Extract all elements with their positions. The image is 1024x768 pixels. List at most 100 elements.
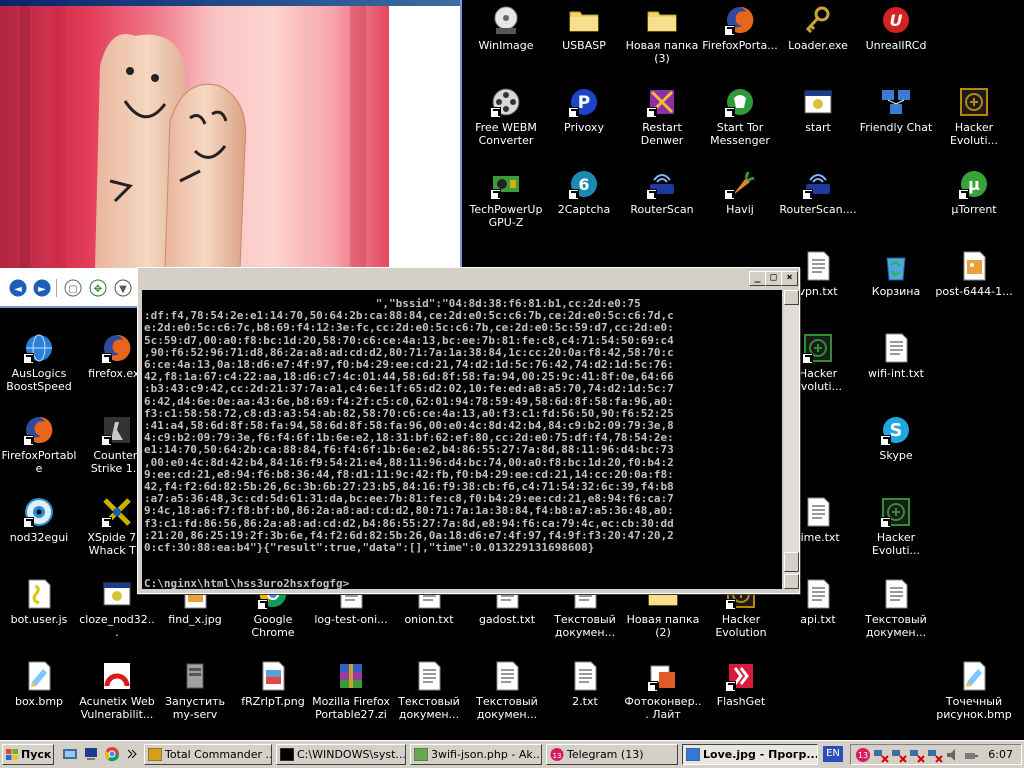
console-window[interactable]: _ □ × ","bssid":"04:8d:38:f6:81:b1,cc:2d… bbox=[137, 267, 800, 594]
desktop-icon-text-doc-4[interactable]: Текстовый докумен... bbox=[468, 660, 546, 721]
taskbar-button-label: C:\WINDOWS\syst... bbox=[297, 748, 406, 761]
desktop-icon-hacker-evolution-3[interactable]: Hacker Evoluti... bbox=[857, 496, 935, 557]
desktop-icon-firefox-portable-2[interactable]: FirefoxPortable bbox=[0, 414, 78, 475]
shortcut-arrow-icon bbox=[725, 681, 736, 692]
next-image-icon[interactable]: ► bbox=[33, 279, 51, 297]
desktop-icon-utorrent[interactable]: µ µTorrent bbox=[935, 168, 1013, 216]
language-indicator[interactable]: EN bbox=[823, 746, 843, 762]
safely-remove-hardware-icon[interactable] bbox=[963, 747, 979, 763]
shortcut-arrow-icon bbox=[646, 189, 657, 200]
desktop-icon-label: RouterScan bbox=[630, 203, 694, 216]
console-scrollbar[interactable] bbox=[784, 290, 799, 589]
network-disconnected-icon[interactable] bbox=[909, 747, 925, 763]
network-disconnected-icon[interactable] bbox=[927, 747, 943, 763]
desktop-icon-firefox-portable-1[interactable]: FirefoxPorta... bbox=[701, 4, 779, 52]
desktop-icon-start-tor[interactable]: Start Tor Messenger bbox=[701, 86, 779, 147]
desktop-icon-text-doc-2[interactable]: Текстовый докумен... bbox=[857, 578, 935, 639]
desktop-icon-privoxy[interactable]: P Privoxy bbox=[545, 86, 623, 134]
desktop-icon-winimage[interactable]: WinImage bbox=[467, 4, 545, 52]
taskbar-button[interactable]: 13 Telegram (13) bbox=[546, 744, 678, 765]
taskbar-button[interactable]: Total Commander ... bbox=[144, 744, 272, 765]
console-output[interactable]: ","bssid":"04:8d:38:f6:81:b1,cc:2d:e0:75… bbox=[142, 290, 782, 589]
desktop-icon-wifi-int[interactable]: wifi-int.txt bbox=[857, 332, 935, 380]
desktop-icon-restart-denwer[interactable]: Restart Denwer bbox=[623, 86, 701, 147]
desktop-icon-frzrlpt[interactable]: fRZrlpT.png bbox=[234, 660, 312, 708]
maximize-button[interactable]: □ bbox=[765, 271, 782, 286]
prev-image-icon[interactable]: ◄ bbox=[9, 279, 27, 297]
svg-text:13: 13 bbox=[553, 752, 562, 760]
show-desktop-icon[interactable] bbox=[62, 746, 78, 762]
desktop-icon-hacker-evolution-1[interactable]: Hacker Evoluti... bbox=[935, 86, 1013, 147]
network-disconnected-icon[interactable] bbox=[891, 747, 907, 763]
desktop-icon-recycle-bin[interactable]: Корзина bbox=[857, 250, 935, 298]
desktop-icon-unrealircd[interactable]: U UnrealIRCd bbox=[857, 4, 935, 52]
svg-text:µ: µ bbox=[968, 175, 980, 194]
desktop-icon-label: Новая папка (3) bbox=[625, 39, 699, 65]
desktop-icon-photo-converter[interactable]: Фотоконвер... Лайт bbox=[624, 660, 702, 721]
scroll-up-button[interactable] bbox=[784, 290, 799, 305]
desktop-icon-box-bmp[interactable]: box.bmp bbox=[0, 660, 78, 708]
desktop-icon-mozilla-zip[interactable]: Mozilla Firefox Portable27.zip bbox=[312, 660, 390, 721]
fit-window-icon[interactable]: ▢ bbox=[64, 279, 82, 297]
my-computer-icon[interactable] bbox=[83, 746, 99, 762]
desktop-icon-start[interactable]: start bbox=[779, 86, 857, 134]
image-viewer-window[interactable]: ◄►▢✥▼+−▲▲✕▤▣✎? bbox=[0, 0, 462, 308]
desktop[interactable]: WinImage USBASP Новая папка (3) FirefoxPort… bbox=[0, 0, 1024, 740]
taskbar-button[interactable]: Love.jpg - Прогр... bbox=[682, 744, 818, 765]
volume-icon[interactable] bbox=[945, 747, 961, 763]
desktop-icon-skype[interactable]: S Skype bbox=[857, 414, 935, 462]
desktop-icon-auslogics[interactable]: AusLogics BoostSpeed bbox=[0, 332, 78, 393]
desktop-icon-label: bot.user.js bbox=[10, 613, 68, 626]
desktop-icon-label: TechPowerUp GPU-Z bbox=[469, 203, 543, 229]
desktop-icon-loader[interactable]: Loader.exe bbox=[779, 4, 857, 52]
taskbar-button[interactable]: 3wifi-json.php - Ak... bbox=[410, 744, 542, 765]
desktop-icon-nod32egui[interactable]: nod32egui bbox=[0, 496, 78, 544]
text-file-icon bbox=[880, 578, 912, 610]
desktop-icon-flashget[interactable]: FlashGet bbox=[702, 660, 780, 708]
text-file-icon bbox=[802, 578, 834, 610]
desktop-icon-techpowerup[interactable]: TechPowerUp GPU-Z bbox=[467, 168, 545, 229]
start-button[interactable]: Пуск bbox=[2, 744, 54, 765]
desktop-icon-label: Текстовый докумен... bbox=[554, 613, 616, 639]
counter-strike-icon bbox=[101, 414, 133, 446]
chrome-icon[interactable] bbox=[104, 746, 120, 762]
quick-launch-expand-icon[interactable] bbox=[124, 746, 140, 762]
move-icon[interactable]: ✥ bbox=[89, 279, 107, 297]
console-title-bar[interactable]: _ □ × bbox=[138, 268, 799, 288]
desktop-icon-routerscan[interactable]: RouterScan bbox=[623, 168, 701, 216]
desktop-icon-label: UnrealIRCd bbox=[865, 39, 927, 52]
text-file-icon bbox=[802, 250, 834, 282]
desktop-icon-acunetix[interactable]: Acunetix Web Vulnerabilit... bbox=[78, 660, 156, 721]
desktop-icon-2-txt[interactable]: 2.txt bbox=[546, 660, 624, 708]
console-text: ","bssid":"04:8d:38:f6:81:b1,cc:2d:e0:75… bbox=[144, 297, 782, 554]
desktop-icon-free-webm[interactable]: Free WEBM Converter bbox=[467, 86, 545, 147]
text-file-icon bbox=[880, 332, 912, 364]
desktop-icon-2captcha[interactable]: 6 2Captcha bbox=[545, 168, 623, 216]
close-button[interactable]: × bbox=[781, 271, 798, 286]
desktop-icon-point-drawing[interactable]: Точечный рисунок.bmp bbox=[935, 660, 1013, 721]
scroll-thumb[interactable] bbox=[784, 552, 799, 572]
scroll-down-button[interactable] bbox=[784, 574, 799, 589]
network-disconnected-icon[interactable] bbox=[873, 747, 889, 763]
bookmark-icon[interactable]: ▼ bbox=[114, 279, 132, 297]
taskbar-button[interactable]: C:\WINDOWS\syst... bbox=[276, 744, 406, 765]
desktop-icon-run-my-serv[interactable]: Запустить my-serv bbox=[156, 660, 234, 721]
desktop-icon-friendly-chat[interactable]: Friendly Chat bbox=[857, 86, 935, 134]
desktop-icon-routerscan2[interactable]: RouterScan.... bbox=[779, 168, 857, 216]
windows-logo-icon bbox=[6, 749, 18, 760]
smiley-fingers-photo bbox=[20, 6, 366, 268]
desktop-icon-new-folder-3[interactable]: Новая папка (3) bbox=[623, 4, 701, 65]
clock[interactable]: 6:07 bbox=[988, 745, 1013, 764]
shortcut-arrow-icon bbox=[880, 517, 891, 528]
desktop-icon-havij[interactable]: Havij bbox=[701, 168, 779, 216]
gpu-card-icon bbox=[490, 168, 522, 200]
desktop-icon-text-doc-3[interactable]: Текстовый докумен... bbox=[390, 660, 468, 721]
telegram-tray-icon[interactable]: 13 bbox=[855, 747, 871, 763]
taskbar-button-label: Telegram (13) bbox=[567, 748, 644, 761]
console-prompt: C:\nginx\html\hss3uro2hsxfogfg> bbox=[144, 577, 350, 589]
desktop-icon-usbasp[interactable]: USBASP bbox=[545, 4, 623, 52]
minimize-button[interactable]: _ bbox=[749, 271, 766, 286]
desktop-icon-label: Loader.exe bbox=[788, 39, 848, 52]
desktop-icon-bot-user-js[interactable]: bot.user.js bbox=[0, 578, 78, 626]
desktop-icon-post-6444[interactable]: post-6444-1... bbox=[935, 250, 1013, 298]
